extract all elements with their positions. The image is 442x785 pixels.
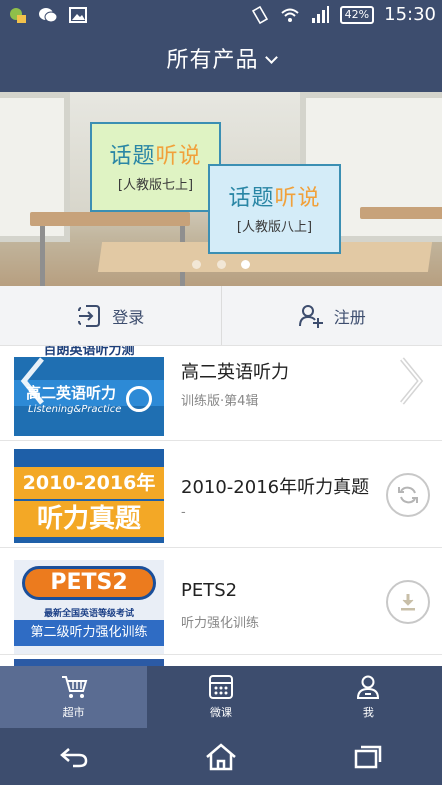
list-item[interactable] [0, 655, 442, 666]
login-icon [78, 304, 101, 327]
grid-icon [208, 675, 233, 699]
wechat-icon [39, 8, 58, 23]
banner-card-grade7: 话题听说 [人教版七上] [90, 122, 221, 212]
download-button[interactable] [386, 580, 430, 624]
list-item[interactable]: PETS2 最新全国英语等级考试 第二级听力强化训练 PETS2 听力强化训练 [0, 548, 442, 655]
register-label: 注册 [333, 307, 366, 327]
system-status-icons: 42% 15:30 [250, 4, 436, 25]
user-icon [357, 675, 380, 699]
signal-icon [311, 5, 329, 23]
refresh-icon [398, 486, 418, 504]
product-subtitle: 听力强化训练 [181, 616, 260, 631]
carousel-indicator [0, 254, 442, 273]
login-label: 登录 [112, 307, 145, 327]
product-subtitle: 训练版·第4辑 [181, 394, 259, 409]
thumbnail-text: 听力真题 [14, 501, 164, 537]
banner-card-grade8: 话题听说 [人教版八上] [208, 164, 341, 254]
tab-label: 微课 [209, 706, 232, 719]
cart-icon [61, 676, 88, 698]
app-notification-icon [10, 8, 26, 23]
vibrate-icon [251, 5, 268, 24]
tab-me[interactable]: 我 [295, 666, 442, 728]
recent-apps-icon [355, 745, 382, 768]
add-user-icon [298, 304, 323, 328]
banner-card-subtitle: [人教版七上] [117, 178, 194, 193]
list-item[interactable]: 百朗英语听力测 高二英语听力 Listening&Practice 高二英语听力… [0, 346, 442, 441]
product-title: PETS2 [181, 580, 238, 601]
next-arrow-icon[interactable] [396, 355, 426, 407]
product-thumbnail: PETS2 最新全国英语等级考试 第二级听力强化训练 [14, 560, 164, 654]
auth-bar: 登录 注册 [0, 286, 442, 346]
tab-label: 超市 [62, 706, 85, 719]
page-title: 所有产品 [166, 48, 259, 73]
recent-apps-button[interactable] [338, 737, 398, 777]
system-nav-bar [0, 728, 442, 785]
clock: 15:30 [384, 4, 436, 25]
product-list[interactable]: 百朗英语听力测 高二英语听力 Listening&Practice 高二英语听力… [0, 346, 442, 666]
back-icon [59, 747, 87, 767]
thumbnail-text: 第二级听力强化训练 [14, 620, 164, 646]
image-icon [69, 7, 87, 23]
battery-indicator: 42% [339, 5, 375, 24]
thumbnail-text: 2010-2016年 [14, 467, 164, 499]
carousel-dot[interactable] [216, 260, 226, 269]
carousel-dot-active[interactable] [240, 260, 250, 269]
carousel-dot[interactable] [192, 260, 202, 269]
tab-label: 我 [362, 706, 374, 719]
product-title: 2010-2016年听力真题 [181, 477, 370, 498]
home-button[interactable] [191, 737, 251, 777]
thumbnail-text: 最新全国英语等级考试 [43, 609, 134, 619]
product-thumbnail [14, 659, 164, 666]
banner-desk [360, 207, 442, 219]
wifi-icon [281, 8, 299, 22]
back-button[interactable] [44, 737, 104, 777]
list-item[interactable]: 2010-2016年 听力真题 2010-2016年听力真题 - [0, 441, 442, 548]
tab-microcourse[interactable]: 微课 [147, 666, 294, 728]
refresh-button[interactable] [386, 473, 430, 517]
headphones-icon [126, 386, 152, 412]
product-title: 高二英语听力 [181, 362, 289, 383]
product-filter-dropdown[interactable]: 所有产品 [0, 30, 442, 92]
login-button[interactable]: 登录 [0, 286, 221, 345]
banner-desk [30, 212, 190, 226]
header: 所有产品 [0, 30, 442, 92]
status-bar: 42% 15:30 [0, 0, 442, 30]
banner-card-subtitle: [人教版八上] [236, 220, 313, 235]
banner-card-title: 话题听说 [109, 144, 202, 169]
home-icon [206, 742, 236, 770]
prev-arrow-icon[interactable] [18, 355, 48, 407]
product-subtitle: - [181, 505, 186, 520]
tab-market[interactable]: 超市 [0, 666, 148, 728]
register-button[interactable]: 注册 [220, 286, 442, 345]
thumbnail-text: PETS2 [22, 566, 156, 600]
chevron-down-icon [264, 51, 278, 64]
bottom-tab-bar: 超市 微课 我 [0, 666, 442, 728]
download-icon [401, 594, 415, 611]
product-thumbnail: 2010-2016年 听力真题 [14, 449, 164, 543]
notification-icons [8, 5, 88, 25]
banner-card-title: 话题听说 [228, 186, 321, 211]
banner-carousel[interactable]: 话题听说 [人教版七上] 话题听说 [人教版八上] [0, 92, 442, 286]
